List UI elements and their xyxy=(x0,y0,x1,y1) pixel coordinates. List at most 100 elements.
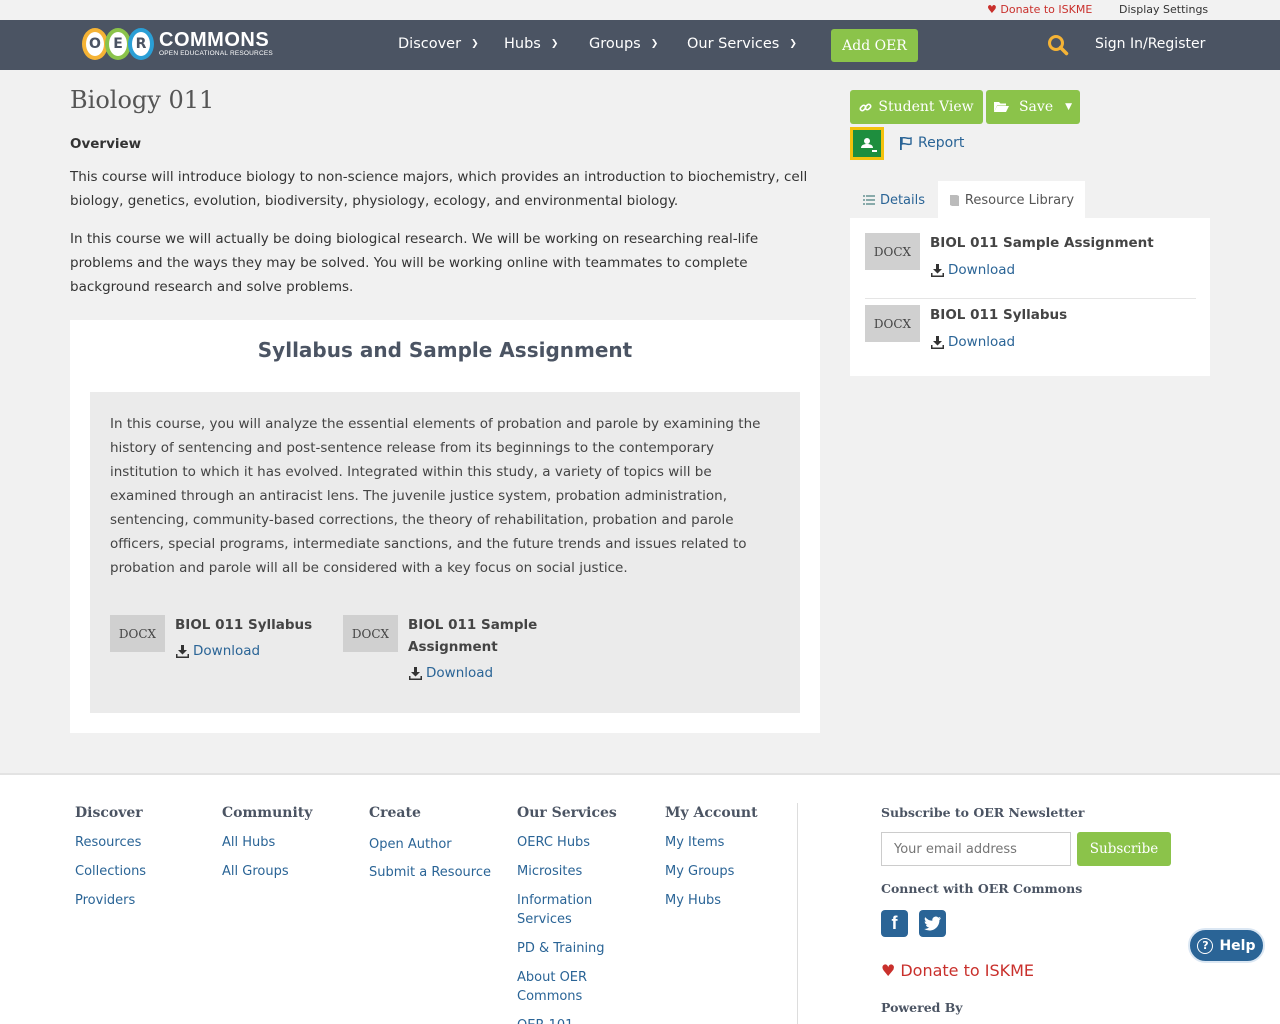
tab-resource-library-label: Resource Library xyxy=(964,192,1075,208)
nav-hubs[interactable]: Hubs ❯ xyxy=(504,36,558,52)
footer-link[interactable]: About OER Commons xyxy=(517,968,597,1006)
add-oer-button[interactable]: Add OER xyxy=(831,29,918,62)
donate-label: Donate to ISKME xyxy=(1000,3,1093,16)
download-label: Download xyxy=(426,665,494,681)
subscribe-button[interactable]: Subscribe xyxy=(1077,832,1171,866)
powered-by-heading: Powered By xyxy=(881,1000,963,1015)
overview-paragraph-2: In this course we will actually be doing… xyxy=(70,231,759,295)
donate-link[interactable]: ♥ Donate to ISKME xyxy=(987,3,1092,16)
chevron-down-icon: ❯ xyxy=(471,39,479,49)
oer-commons-logo[interactable]: O E R COMMONS OPEN EDUCATIONAL RESOURCES xyxy=(82,26,273,62)
download-label: Download xyxy=(193,643,261,659)
footer-link[interactable]: Information Services xyxy=(517,891,597,929)
chevron-down-icon: ❯ xyxy=(650,39,659,49)
docx-file-icon[interactable]: DOCX xyxy=(865,233,920,270)
logo-subtitle: OPEN EDUCATIONAL RESOURCES xyxy=(159,50,273,57)
resource-library-panel: DOCX BIOL 011 Sample Assignment Download… xyxy=(850,218,1210,376)
download-link[interactable]: Download xyxy=(931,262,1015,278)
page-title: Biology 011 xyxy=(70,86,215,114)
footer-heading-discover: Discover xyxy=(75,805,143,821)
caret-down-icon: ▼ xyxy=(1065,102,1073,112)
file-title[interactable]: BIOL 011 Sample Assignment xyxy=(930,232,1200,254)
syllabus-card: Syllabus and Sample Assignment In this c… xyxy=(70,320,820,733)
tab-resource-library[interactable]: Resource Library xyxy=(938,181,1085,219)
footer-link[interactable]: PD & Training xyxy=(517,939,617,958)
overview-paragraph-1: This course will introduce biology to no… xyxy=(70,169,808,209)
twitter-icon[interactable] xyxy=(919,910,946,937)
folder-open-icon xyxy=(993,102,1009,112)
student-view-label: Student View xyxy=(878,99,974,115)
footer-link[interactable]: Providers xyxy=(75,891,175,910)
footer-donate-link[interactable]: ♥ Donate to ISKME xyxy=(881,961,1034,980)
heart-icon: ♥ xyxy=(881,961,896,980)
chevron-down-icon: ❯ xyxy=(789,39,797,49)
tab-details-label: Details xyxy=(879,192,926,208)
connect-heading: Connect with OER Commons xyxy=(881,881,1083,896)
download-label: Download xyxy=(948,262,1016,278)
nav-our-services[interactable]: Our Services ❯ xyxy=(687,36,797,52)
file-title[interactable]: BIOL 011 Syllabus xyxy=(930,304,1200,326)
nav-discover[interactable]: Discover ❯ xyxy=(398,36,479,52)
flag-icon xyxy=(900,136,912,150)
logo-letter-r: R xyxy=(128,28,154,60)
docx-file-icon[interactable]: DOCX xyxy=(343,615,398,652)
nav-groups-label: Groups xyxy=(589,36,641,52)
footer-link[interactable]: Microsites xyxy=(517,862,617,881)
footer-link[interactable]: My Items xyxy=(665,833,765,852)
footer-link[interactable]: OERC Hubs xyxy=(517,833,617,852)
report-link[interactable]: Report xyxy=(900,135,964,151)
card-title: Syllabus and Sample Assignment xyxy=(257,338,633,362)
email-field[interactable] xyxy=(881,832,1071,866)
footer-heading-my-account: My Account xyxy=(665,805,758,821)
download-icon xyxy=(931,335,944,349)
file-title[interactable]: BIOL 011 Sample Assignment xyxy=(408,614,548,658)
docx-file-icon[interactable]: DOCX xyxy=(865,305,920,342)
logo-title: COMMONS xyxy=(159,29,270,51)
nav-hubs-label: Hubs xyxy=(504,36,541,52)
list-icon xyxy=(862,195,875,205)
nav-discover-label: Discover xyxy=(398,36,462,52)
footer-link[interactable]: All Hubs xyxy=(222,833,322,852)
download-icon xyxy=(931,263,944,277)
footer-heading-our-services: Our Services xyxy=(517,805,617,821)
footer-link[interactable]: All Groups xyxy=(222,862,322,881)
download-icon xyxy=(409,666,422,680)
heart-icon: ♥ xyxy=(987,3,997,16)
link-icon xyxy=(859,102,872,112)
footer-link[interactable]: Open Author xyxy=(369,835,499,854)
download-link[interactable]: Download xyxy=(931,334,1015,350)
search-icon[interactable] xyxy=(1047,34,1069,60)
footer-link[interactable]: Resources xyxy=(75,833,175,852)
docx-file-icon[interactable]: DOCX xyxy=(110,615,165,652)
google-classroom-icon[interactable] xyxy=(850,127,884,160)
download-icon xyxy=(176,644,189,658)
save-button[interactable]: Save ▼ xyxy=(986,90,1080,124)
footer-link[interactable]: OER 101 xyxy=(517,1016,617,1024)
facebook-icon[interactable]: f xyxy=(881,910,908,937)
nav-our-services-label: Our Services xyxy=(687,36,780,52)
overview-heading: Overview xyxy=(70,136,142,152)
card-inner-panel: In this course, you will analyze the ess… xyxy=(90,392,800,713)
newsletter-heading: Subscribe to OER Newsletter xyxy=(881,805,1085,820)
report-label: Report xyxy=(918,135,965,151)
footer-heading-create: Create xyxy=(369,805,421,821)
sign-in-link[interactable]: Sign In/Register xyxy=(1095,36,1205,52)
file-title[interactable]: BIOL 011 Syllabus xyxy=(175,614,315,636)
footer-link[interactable]: Collections xyxy=(75,862,175,881)
footer-heading-community: Community xyxy=(222,805,313,821)
tab-details[interactable]: Details xyxy=(850,181,938,219)
download-label: Download xyxy=(948,334,1016,350)
download-link[interactable]: Download xyxy=(176,643,260,659)
footer-link[interactable]: My Hubs xyxy=(665,891,765,910)
question-icon: ? xyxy=(1197,937,1214,954)
student-view-button[interactable]: Student View xyxy=(850,90,983,124)
footer-link[interactable]: Submit a Resource xyxy=(369,863,499,882)
nav-groups[interactable]: Groups ❯ xyxy=(589,36,658,52)
main-navbar: O E R COMMONS OPEN EDUCATIONAL RESOURCES… xyxy=(0,20,1280,70)
footer-link[interactable]: My Groups xyxy=(665,862,765,881)
help-button[interactable]: ? Help xyxy=(1188,928,1265,963)
divider xyxy=(865,298,1196,299)
card-description: In this course, you will analyze the ess… xyxy=(110,416,761,576)
download-link[interactable]: Download xyxy=(409,665,493,681)
display-settings-link[interactable]: Display Settings xyxy=(1119,3,1208,16)
